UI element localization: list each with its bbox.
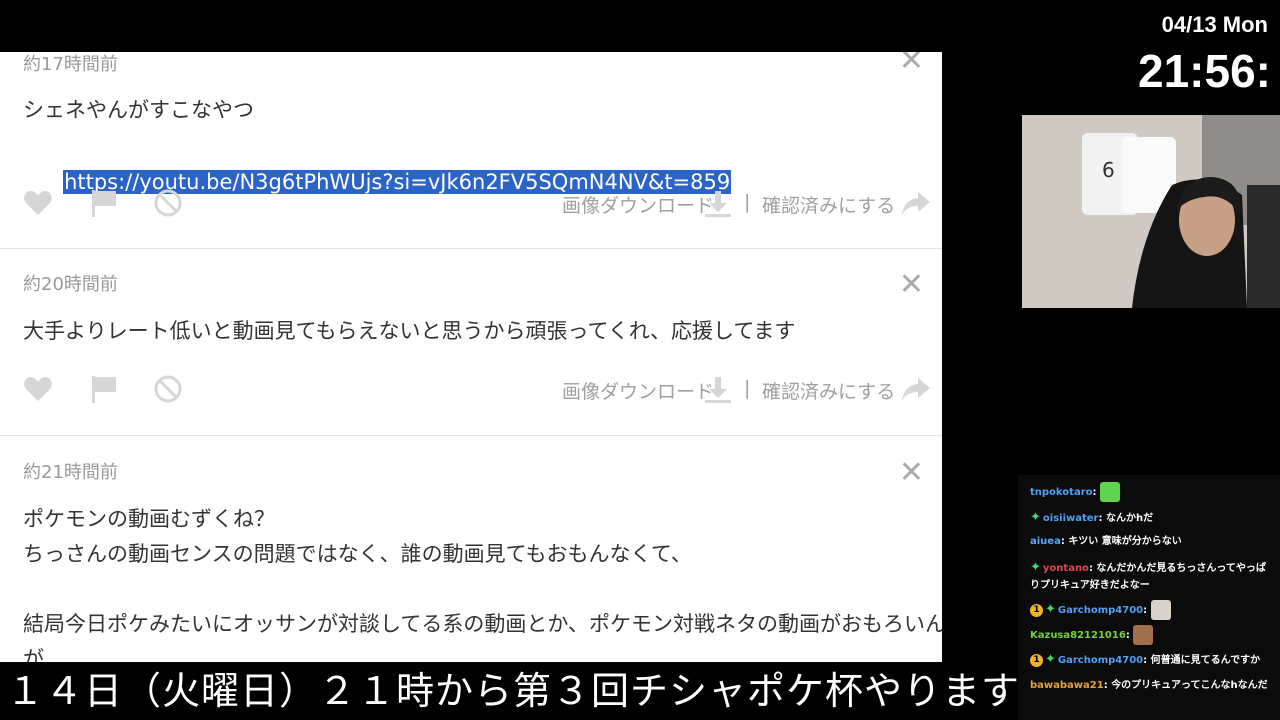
sub-badge-icon: 1 (1030, 653, 1043, 667)
chat-message: ✦ yontano: なんだかんだ見るちっさんってやっぱりプリキュア好きだよなー (1030, 560, 1266, 591)
face-emote-icon (1133, 625, 1154, 645)
green-face-emote-icon (1100, 482, 1120, 502)
block-icon[interactable] (152, 373, 184, 405)
chat-username[interactable]: aiuea (1030, 536, 1061, 547)
cat-emote-icon (1150, 600, 1171, 620)
close-icon[interactable]: ✕ (899, 270, 924, 300)
chat-message: tnpokotaro: (1030, 482, 1274, 502)
chat-text: キツい 意味が分からない (1068, 536, 1182, 547)
download-image-button[interactable]: 画像ダウンロード (562, 377, 714, 404)
sparkle-badge-icon: ✦ (1045, 652, 1056, 667)
comment-time: 約20時間前 (23, 274, 118, 295)
chat-text: 何普通に見てるんですか (1150, 655, 1261, 666)
chat-colon: : (1092, 487, 1100, 498)
share-arrow-icon[interactable] (900, 373, 932, 405)
comment-text: シェネやんがすこなやつ (23, 98, 254, 122)
sub-badge-icon: 1 (1030, 603, 1043, 617)
comment-card: 約21時間前 ✕ ポケモンの動画むずくね？ ちっさんの動画センスの問題ではなく、… (0, 436, 942, 663)
chat-username[interactable]: tnpokotaro (1030, 487, 1093, 498)
download-icon[interactable] (702, 187, 734, 219)
chat-username[interactable]: bawabawa21 (1030, 680, 1104, 691)
sparkle-badge-icon: ✦ (1030, 510, 1041, 525)
svg-text:6: 6 (1102, 158, 1115, 182)
heart-icon[interactable] (22, 373, 54, 405)
comment-text-line: ポケモンの動画むずくね？ (23, 507, 275, 531)
chat-username[interactable]: Kazusa82121016 (1030, 630, 1126, 641)
flag-icon[interactable] (88, 187, 120, 219)
webcam-image: 6 (1022, 115, 1280, 308)
separator: | (744, 191, 751, 213)
chat-message: ✦ oisiiwater: なんかhだ (1030, 510, 1154, 525)
share-arrow-icon[interactable] (900, 187, 932, 219)
webcam-feed: 6 (1022, 115, 1280, 308)
comment-text-line: ちっさんの動画センスの問題ではなく、誰の動画見てもおもんなくて、 (23, 542, 692, 566)
chat-username[interactable]: Garchomp4700 (1058, 655, 1143, 666)
comment-text-line: が... (23, 647, 65, 662)
close-icon[interactable]: ✕ (899, 52, 924, 76)
mark-confirmed-button[interactable]: 確認済みにする (762, 191, 895, 218)
chat-panel: tnpokotaro: ✦ oisiiwater: なんかhだ aiuea: キツ… (1018, 475, 1280, 720)
comment-actions: 画像ダウンロード | 確認済みにする (0, 187, 942, 227)
clock-time: 21:56: (1138, 45, 1271, 97)
download-image-button[interactable]: 画像ダウンロード (562, 191, 714, 218)
clock-date: 04/13 Mon (1161, 12, 1268, 37)
download-icon[interactable] (702, 373, 734, 405)
chat-username[interactable]: Garchomp4700 (1058, 605, 1143, 616)
sparkle-badge-icon: ✦ (1045, 602, 1056, 617)
chat-message: bawabawa21: 今のプリキュアってこんなhなんだ (1030, 680, 1268, 691)
chat-message: aiuea: キツい 意味が分からない (1030, 536, 1182, 547)
comment-card: 約20時間前 ✕ 大手よりレート低いと動画見てもらえないと思うから頑張ってくれ、… (0, 248, 942, 436)
chat-message: 1 ✦ Garchomp4700: (1030, 600, 1274, 620)
flag-icon[interactable] (88, 373, 120, 405)
chat-username[interactable]: yontano (1043, 563, 1089, 574)
comment-card: 約17時間前 ✕ シェネやんがすこなやつ https://youtu.be/N3… (0, 52, 942, 249)
chat-message: Kazusa82121016: (1030, 625, 1274, 645)
comment-panel: 約17時間前 ✕ シェネやんがすこなやつ https://youtu.be/N3… (0, 52, 942, 662)
mark-confirmed-button[interactable]: 確認済みにする (762, 377, 895, 404)
comment-actions: 画像ダウンロード | 確認済みにする (0, 373, 942, 413)
sparkle-badge-icon: ✦ (1030, 560, 1041, 575)
block-icon[interactable] (152, 187, 184, 219)
chat-text: なんかhだ (1105, 513, 1154, 524)
comment-time: 約17時間前 (23, 54, 118, 75)
close-icon[interactable]: ✕ (899, 458, 924, 488)
comment-text: 大手よりレート低いと動画見てもらえないと思うから頑張ってくれ、応援してます (23, 319, 796, 343)
comment-text-line: 結局今日ポケみたいにオッサンが対談してる系の動画とか、ポケモン対戦ネタの動画がお… (23, 612, 942, 636)
heart-icon[interactable] (22, 187, 54, 219)
announcement-ticker: １４日（火曜日）２１時から第３回チシャポケ杯やります (0, 662, 1019, 720)
separator: | (744, 377, 751, 399)
chat-message: 1 ✦ Garchomp4700: 何普通に見てるんですか (1030, 651, 1274, 669)
chat-text: 今のプリキュアってこんなhなんだ (1111, 680, 1268, 691)
comment-time: 約21時間前 (23, 462, 118, 483)
chat-username[interactable]: oisiiwater (1043, 513, 1099, 524)
